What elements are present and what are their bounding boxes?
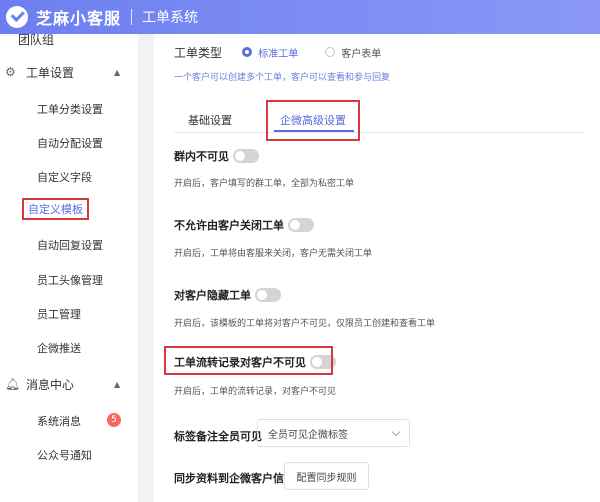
setting-hide-from-customer: 对客户隐藏工单 <box>174 287 281 303</box>
bell-icon: 🔔︎ <box>5 377 21 391</box>
radio-standard-ticket[interactable] <box>242 46 253 57</box>
sidebar-item-official-account[interactable]: 公众号通知 <box>37 447 92 463</box>
chevron-up-icon: ▲ <box>114 379 121 389</box>
brand-divider <box>131 9 133 25</box>
tag-visibility-value: 全员可见企微标签 <box>268 429 348 441</box>
configure-sync-button[interactable]: 配置同步规则 <box>284 462 369 490</box>
sidebar: 团队组 ⚙ 工单设置 ▲ 工单分类设置 自动分配设置 自定义字段 自定义模板 自… <box>0 33 138 502</box>
chevron-up-icon: ▲ <box>114 67 121 77</box>
toggle-switch[interactable] <box>288 218 314 232</box>
toggle-switch[interactable] <box>233 149 259 163</box>
sidebar-item-staff-manage[interactable]: 员工管理 <box>37 306 81 322</box>
sidebar-group-label: 工单设置 <box>26 65 75 80</box>
ticket-type-row: 工单类型 标准工单 客户表单 <box>174 42 403 61</box>
logo-check-icon <box>6 6 28 28</box>
sidebar-item-custom-template[interactable]: 自定义模板 <box>22 198 89 220</box>
sidebar-item-auto-reply[interactable]: 自动回复设置 <box>37 237 103 253</box>
setting-desc: 开启后，工单的流转记录，对客户不可见 <box>174 387 337 397</box>
tabs-divider <box>174 132 584 133</box>
gear-icon: ⚙ <box>5 65 16 79</box>
radio-customer-form[interactable] <box>325 46 336 57</box>
setting-desc: 开启后，工单将由客服来关闭，客户无需关闭工单 <box>174 249 373 259</box>
ticket-type-label: 工单类型 <box>174 46 223 60</box>
app-header: 芝麻小客服 工单系统 <box>0 0 600 34</box>
sidebar-item-avatar-manage[interactable]: 员工头像管理 <box>37 272 103 288</box>
tag-visibility-select[interactable]: 全员可见企微标签 <box>257 419 410 447</box>
tab-basic-settings[interactable]: 基础设置 <box>188 112 232 128</box>
toggle-switch[interactable] <box>255 288 281 302</box>
sidebar-item-auto-assign[interactable]: 自动分配设置 <box>37 135 103 151</box>
setting-title: 不允许由客户关闭工单 <box>174 219 284 232</box>
sidebar-group-ticket-settings[interactable]: ⚙ 工单设置 ▲ <box>0 62 138 82</box>
sync-info-label: 同步资料到企微客户信息 <box>174 472 295 485</box>
setting-group-invisible: 群内不可见 <box>174 148 259 164</box>
setting-desc: 开启后，该模板的工单将对客户不可见，仅限员工创建和查看工单 <box>174 319 436 329</box>
sidebar-item-system-messages[interactable]: 系统消息 <box>37 413 81 429</box>
unread-badge: 5 <box>107 413 121 427</box>
highlight-box-tab <box>266 100 360 141</box>
ticket-type-hint: 一个客户可以创建多个工单，客户可以查看和参与回复 <box>174 73 391 83</box>
setting-title: 对客户隐藏工单 <box>174 289 251 302</box>
chevron-down-icon <box>391 427 401 437</box>
radio-standard-label[interactable]: 标准工单 <box>258 49 298 60</box>
sidebar-item-ticket-category[interactable]: 工单分类设置 <box>37 101 103 117</box>
radio-customer-label[interactable]: 客户表单 <box>341 49 381 60</box>
tag-visibility-label: 标签备注全员可见 <box>174 430 262 443</box>
sidebar-item-custom-fields[interactable]: 自定义字段 <box>37 169 92 185</box>
setting-no-customer-close: 不允许由客户关闭工单 <box>174 217 314 233</box>
sidebar-group-label: 消息中心 <box>26 377 75 392</box>
sidebar-item-wecom-push[interactable]: 企微推送 <box>37 340 81 356</box>
brand-name: 芝麻小客服 <box>36 9 122 28</box>
setting-title: 群内不可见 <box>174 150 229 163</box>
sidebar-group-message-center[interactable]: 🔔︎ 消息中心 ▲ <box>0 374 138 394</box>
setting-desc: 开启后，客户填写的群工单，全部为私密工单 <box>174 179 355 189</box>
highlight-box-setting <box>164 346 333 375</box>
main-panel: 工单类型 标准工单 客户表单 一个客户可以创建多个工单，客户可以查看和参与回复 … <box>154 34 600 502</box>
system-name: 工单系统 <box>142 10 199 26</box>
